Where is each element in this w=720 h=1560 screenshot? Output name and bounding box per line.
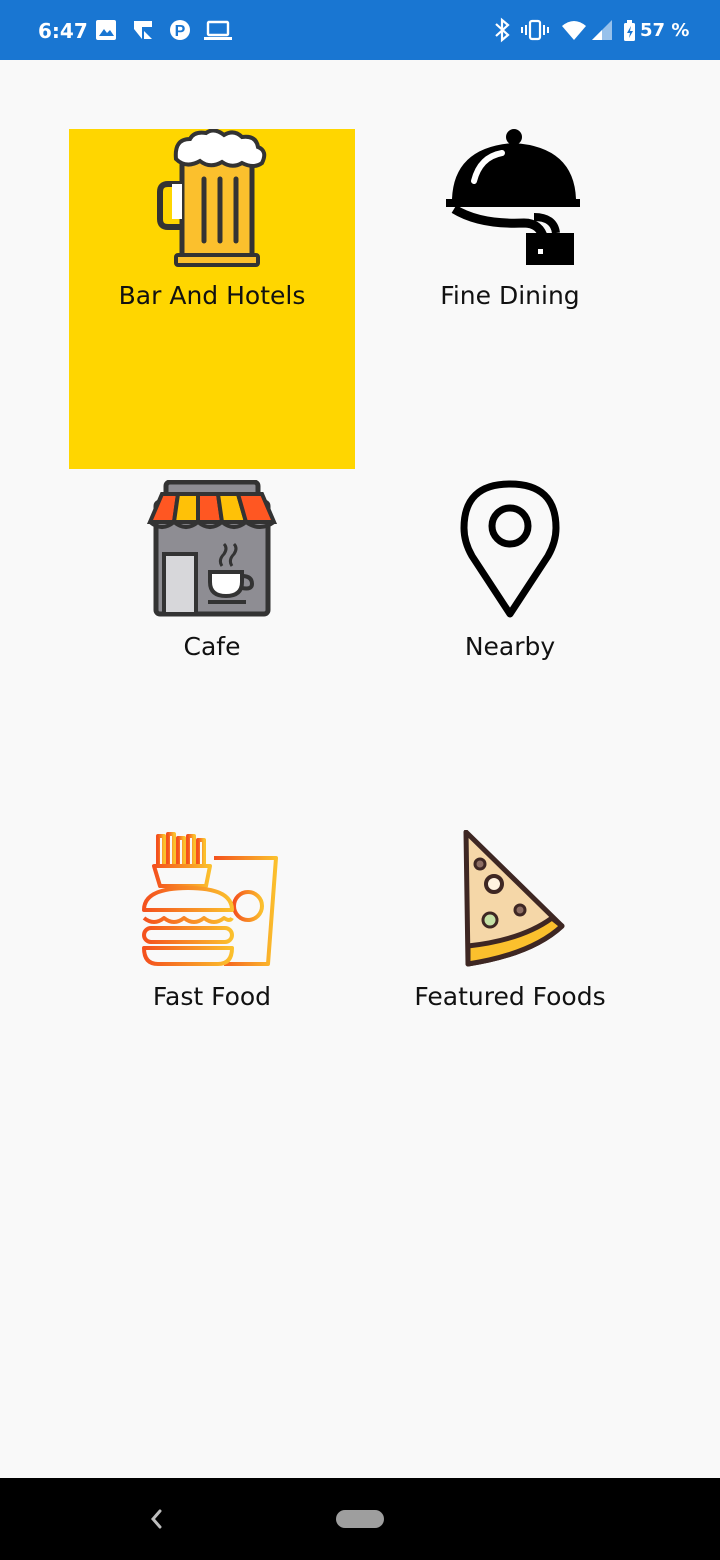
location-pin-icon [460,480,560,618]
laptop-icon [204,20,232,40]
category-bar-and-hotels[interactable]: Bar And Hotels [69,129,355,469]
image-icon [96,20,116,40]
status-time: 6:47 [38,19,88,43]
category-label: Bar And Hotels [118,281,306,310]
status-right-icons [495,17,635,43]
vibrate-icon [521,19,549,41]
battery-icon [624,20,635,41]
status-left-icons: P [96,20,232,40]
wifi-icon [562,21,586,40]
category-cafe[interactable]: Cafe [69,480,355,820]
category-featured-foods[interactable]: Featured Foods [367,830,653,1170]
battery-percent: 57 % [640,20,690,41]
category-label: Fast Food [152,982,272,1011]
svg-text:P: P [175,23,186,40]
pizza-slice-icon [463,830,565,967]
category-fast-food[interactable]: Fast Food [69,830,355,1170]
fast-food-icon [142,830,278,966]
navigation-bar [0,1478,720,1560]
bluetooth-icon [495,17,510,43]
category-fine-dining[interactable]: Fine Dining [367,129,653,469]
cafe-storefront-icon [146,480,278,617]
category-label: Featured Foods [414,982,606,1011]
home-pill-button[interactable] [336,1510,384,1528]
category-nearby[interactable]: Nearby [367,480,653,820]
category-label: Cafe [183,632,241,661]
category-label: Fine Dining [440,281,580,310]
category-label: Nearby [464,632,556,661]
back-icon[interactable] [147,1506,165,1532]
notification-icon [134,21,152,39]
signal-icon [592,20,612,40]
status-bar: 6:47 P 57 % [0,0,720,60]
serving-cloche-icon [446,129,580,265]
parking-icon: P [170,20,190,40]
beer-mug-icon [157,129,267,267]
